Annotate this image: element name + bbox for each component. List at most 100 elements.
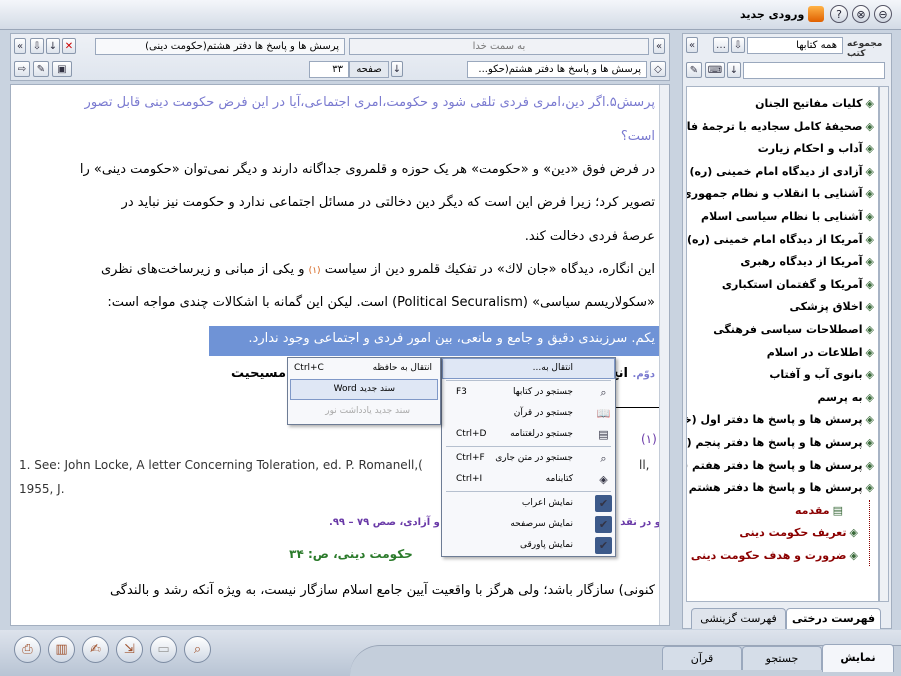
submenu-item-copy[interactable]: انتقال به حافظه Ctrl+C <box>288 358 440 379</box>
tab-quran[interactable]: قرآن <box>662 646 742 670</box>
tree-item-label: آمریکا از دیدگاه امام خمینی (ره) <box>686 232 863 246</box>
layout-icon[interactable]: ▭ <box>150 636 177 663</box>
paragraph-text: و یکی از مبانی و زیرساخت‌های نظری <box>101 262 305 277</box>
tree-scrollbar[interactable] <box>879 86 889 602</box>
page-label: صفحه <box>349 61 389 78</box>
tree-subitem[interactable]: ▤ مقدمه <box>795 504 843 517</box>
tree-subitem[interactable]: ◈ تعریف حکومت دینی <box>739 526 858 539</box>
tree-item[interactable]: ◈ به پرسم <box>817 391 874 404</box>
book-icon: ◈ <box>865 232 874 246</box>
paragraph-line: «سکولاریسم سیاسی» (Political Securalism)… <box>107 295 655 310</box>
footnote-persian: و آزادی، صص ۷۹ – ۹۹. <box>329 517 440 528</box>
book-select[interactable]: پرسش ها و پاسخ ها دفتر هشتم(حکو... <box>467 61 647 78</box>
settings-icon[interactable]: ✎ <box>686 62 702 78</box>
close-tab-icon[interactable]: ✕ <box>62 38 76 54</box>
scroll-right-icon[interactable]: « <box>653 38 665 54</box>
scroll-left-icon[interactable]: « <box>14 38 26 54</box>
tree-item[interactable]: ◈پرسش ها و پاسخ ها دفتر اول (خداشناسی) <box>687 413 874 426</box>
keyboard-icon[interactable]: ⌨ <box>705 62 725 78</box>
tree-item[interactable]: ◈پرسش ها و پاسخ ها دفتر هشتم (حکومت دینی… <box>687 481 874 495</box>
context-menu: انتقال به... ⌕ جستجو در کتابها F3 📖 جستجو د… <box>441 357 616 557</box>
menu-item-search-books[interactable]: ⌕ جستجو در کتابها F3 <box>442 382 615 403</box>
page-number-input[interactable]: ۳۳ <box>309 61 349 78</box>
tree-item-label: پرسش ها و پاسخ ها دفتر پنجم (قرآن) <box>686 436 863 449</box>
tree-subitem[interactable]: ◈ ضرورت و هدف حکومت دینی <box>691 549 858 562</box>
tree-item[interactable]: ◈ آداب و احکام زیارت <box>758 142 874 155</box>
tab-search[interactable]: جستجو <box>742 646 822 670</box>
book-icon: ◈ <box>865 368 874 382</box>
menu-item-show-header[interactable]: ✔ نمایش سرصفحه <box>442 514 615 535</box>
minimize-icon[interactable]: ⊖ <box>874 5 892 23</box>
search-icon: ⌕ <box>600 386 607 399</box>
tree-item-label: آمریکا از دیدگاه رهبری <box>740 255 863 269</box>
document-scrollbar[interactable] <box>659 85 669 625</box>
menu-item-search-dictionary[interactable]: ▤ جستجو درلغتنامه Ctrl+D <box>442 424 615 445</box>
book-icon: ◈ <box>849 549 858 562</box>
menu-item-show-footnote[interactable]: ✔ نمایش پاورقی <box>442 535 615 556</box>
paragraph-line: کنونی) سازگار باشد؛ ولی هرگز با واقعیت آ… <box>109 583 655 598</box>
tree-item[interactable]: ◈ بانوی آب و آفتاب <box>769 368 874 381</box>
export-icon[interactable]: ⇲ <box>116 636 143 663</box>
selected-text[interactable]: یکم. سرزبندی دقیق و جامع و مانعی، بین ام… <box>248 331 655 346</box>
tree-item[interactable]: ◈پرسش ها و پاسخ ها دفتر پنجم (قرآن) <box>686 436 874 449</box>
tree-item[interactable]: ◈آشنایی با انقلاب و نظام جمهوری اسلامی <box>687 187 874 200</box>
book-icon: ◈ <box>865 436 874 449</box>
submenu-item-word[interactable]: سند جدید Word <box>288 379 440 400</box>
paragraph-text: این انگاره، دیدگاه «جان لاك» در تفکیك قل… <box>324 262 655 277</box>
tree-item-label: آشنایی با نظام سیاسی اسلام <box>701 210 863 223</box>
books-icon[interactable]: ▥ <box>48 636 75 663</box>
check-icon: ✔ <box>595 537 612 554</box>
book-icon: ◈ <box>865 481 874 495</box>
footnote-ref[interactable]: (۱) <box>309 266 321 276</box>
tree-item[interactable]: ◈ آشنایی با نظام سیاسی اسلام <box>701 210 874 223</box>
check-icon: ✔ <box>595 495 612 512</box>
book-icon: ◈ <box>865 277 874 291</box>
page-down-icon[interactable]: ↓ <box>391 61 403 77</box>
tree-item[interactable]: ◈پرسش ها و پاسخ ها دفتر هفتم (پرسش) <box>687 458 874 472</box>
tree-item[interactable]: ◈ اصطلاحات سیاسی فرهنگی <box>713 323 874 336</box>
settings-icon[interactable]: ✎ <box>33 61 49 77</box>
submenu-item-noor-note[interactable]: سند جدید یادداشت نور <box>288 401 440 422</box>
menu-item-show-diacritics[interactable]: ✔ نمایش اعراب <box>442 493 615 514</box>
tree-item[interactable]: ◈ آزادی از دیدگاه امام خمینی (ره) <box>689 165 874 178</box>
book-search-input[interactable] <box>743 62 885 79</box>
scroll-left-icon[interactable]: « <box>686 37 698 53</box>
nav-location-field[interactable]: به سمت خدا <box>349 38 649 55</box>
tab-display[interactable]: نمایش <box>822 644 894 672</box>
tree-item[interactable]: ◈صحیفهٔ کامل سجادیه با ترجمهٔ فارسی <box>687 120 874 133</box>
footnote-text: 1. See: John Locke, A letter Concerning … <box>19 458 423 472</box>
note-icon[interactable]: ✍ <box>82 636 109 663</box>
collection-select[interactable]: همه کتابها <box>747 37 843 54</box>
print-icon[interactable]: ⎙ <box>14 636 41 663</box>
tree-item[interactable]: ◈ آمریکا از دیدگاه رهبری <box>740 255 874 268</box>
arrow-down-icon[interactable]: ⇩ <box>30 38 44 54</box>
forward-icon[interactable]: ⇨ <box>14 61 30 77</box>
tree-item[interactable]: ◈ اطلاعات در اسلام <box>767 346 874 359</box>
book-icon: ◈ <box>865 458 874 472</box>
close-icon[interactable]: ⊗ <box>852 5 870 23</box>
tree-item[interactable]: ◈ اخلاق پزشکی <box>790 300 875 313</box>
document-icon: ▤ <box>832 503 843 517</box>
layout-icon[interactable]: ▣ <box>52 61 72 77</box>
tree-item-label: پرسش ها و پاسخ ها دفتر هشتم (حکومت دینی) <box>687 481 863 495</box>
menu-item-bibliography[interactable]: ◈ کتابنامه Ctrl+I <box>442 469 615 490</box>
book-icon: ◈ <box>865 300 874 314</box>
menu-item-search-current[interactable]: ⌕ جستجو در متن جاری Ctrl+F <box>442 448 615 469</box>
menu-item-transfer[interactable]: انتقال به... <box>442 358 615 379</box>
tree-item[interactable]: ◈ آمریکا و گفتمان استکباری <box>722 278 874 291</box>
arrow-down-icon[interactable]: ⇩ <box>731 37 745 53</box>
tag-icon[interactable]: ◇ <box>650 61 666 77</box>
help-icon[interactable]: ? <box>830 5 848 23</box>
tab-tree-list[interactable]: فهرست درختی <box>786 608 881 629</box>
tree-subitem-label: مقدمه <box>795 503 830 517</box>
zoom-icon[interactable]: ⌕ <box>184 636 211 663</box>
menu-item-search-quran[interactable]: 📖 جستجو در قرآن <box>442 403 615 424</box>
tree-item[interactable]: ◈ کلیات مفاتیح الجنان <box>755 97 874 110</box>
more-icon[interactable]: … <box>713 37 729 53</box>
arrow-down-icon[interactable]: ↓ <box>46 38 60 54</box>
tab-selective-list[interactable]: فهرست گزینشی <box>691 608 786 629</box>
tab-title[interactable]: پرسش ها و پاسخ ها دفتر هشتم(حکومت دینی) <box>95 38 345 55</box>
arrow-down-icon[interactable]: ↓ <box>727 62 741 78</box>
tree-item[interactable]: ◈ آمریکا از دیدگاه امام خمینی (ره) <box>687 233 874 246</box>
footnote-text: ll, <box>639 458 650 472</box>
